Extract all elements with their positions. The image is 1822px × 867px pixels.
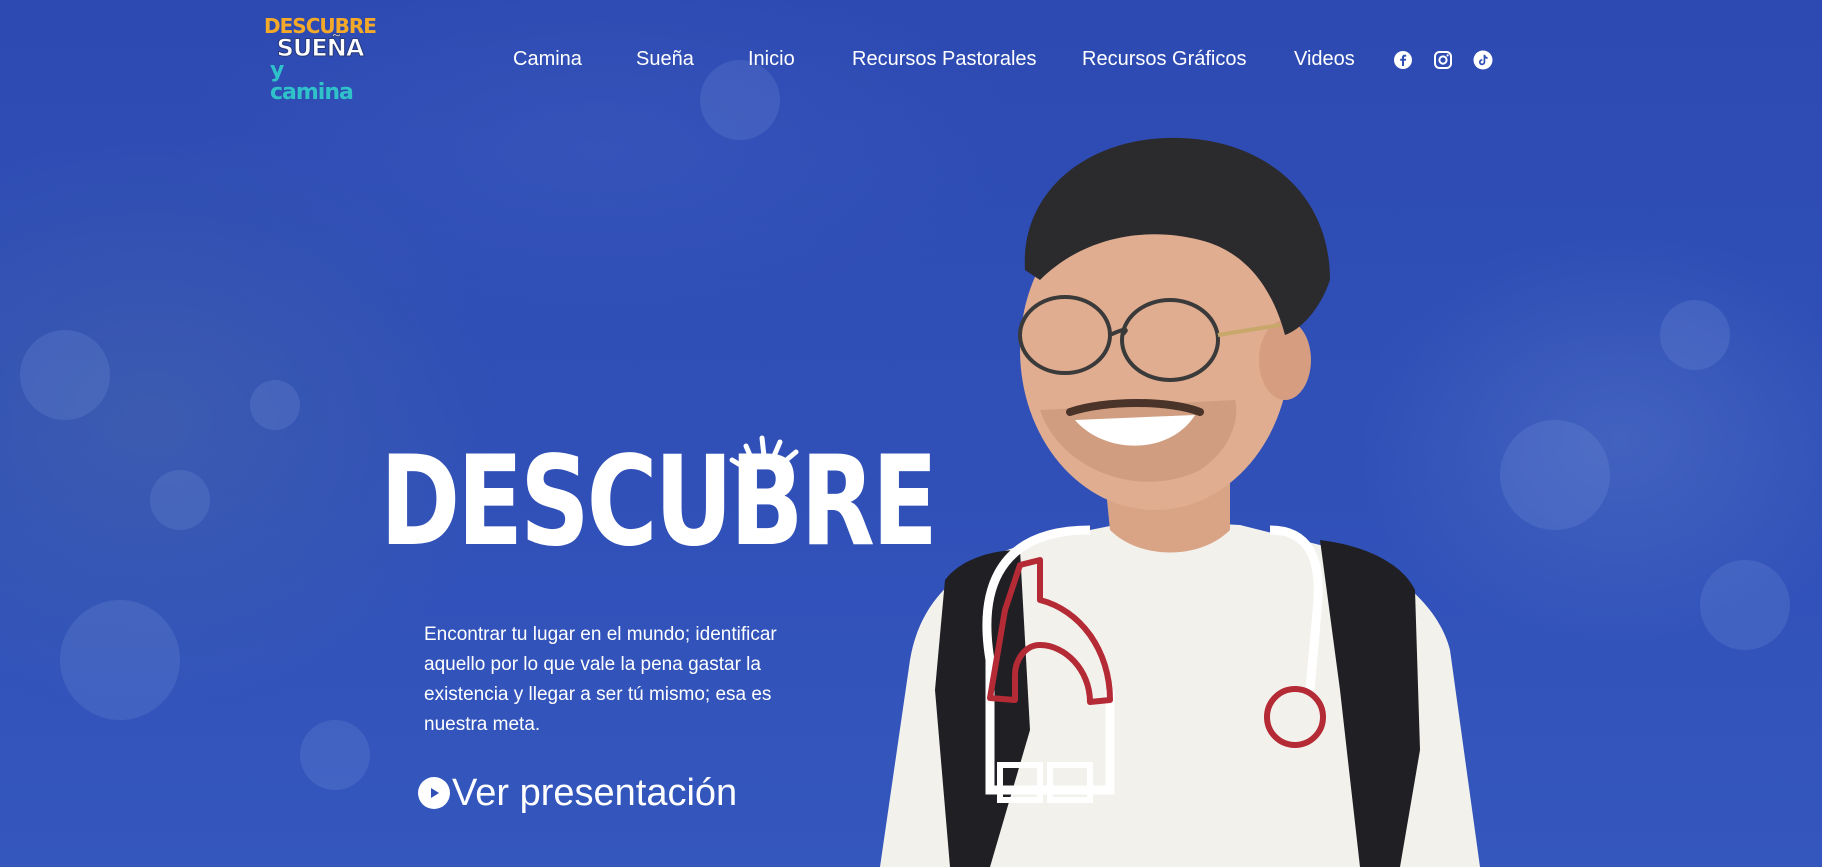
instagram-icon[interactable] [1433,50,1453,70]
hero-title: DESCUBRE [380,430,938,574]
tiktok-icon[interactable] [1473,50,1493,70]
site-header: DESCUBRE SUEÑA y camina Camina Sueña Ini… [0,0,1822,120]
cta-label: Ver presentación [452,771,738,814]
nav-item-inicio[interactable]: Inicio [748,48,795,71]
play-circle-icon [418,777,450,809]
logo-line-1: DESCUBRE [264,14,377,38]
hero-photo-young-man [880,137,1480,867]
hero-description: Encontrar tu lugar en el mundo; identifi… [424,624,777,735]
nav-item-videos[interactable]: Videos [1294,48,1355,71]
site-logo[interactable]: DESCUBRE SUEÑA y camina [264,16,377,105]
logo-line-3: y camina [270,58,354,105]
facebook-icon[interactable] [1393,50,1413,70]
logo-line-2: SUEÑA [276,34,365,62]
nav-item-suena[interactable]: Sueña [636,48,694,71]
nav-item-recursos-pastorales[interactable]: Recursos Pastorales [852,48,1037,71]
sparkle-icon [729,435,799,469]
nav-item-recursos-graficos[interactable]: Recursos Gráficos [1082,48,1247,71]
ver-presentacion-button[interactable]: Ver presentación [418,772,737,814]
nav-item-camina[interactable]: Camina [513,48,582,71]
